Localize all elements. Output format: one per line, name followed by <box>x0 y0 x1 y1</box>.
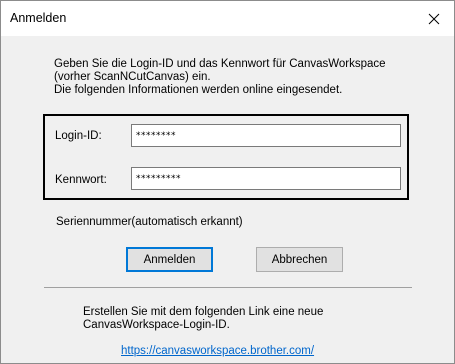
login-dialog: Anmelden Geben Sie die Login-ID und das … <box>0 0 455 364</box>
dialog-title: Anmelden <box>10 11 67 25</box>
password-field[interactable] <box>131 167 401 190</box>
password-label: Kennwort: <box>55 174 107 186</box>
login-id-field[interactable] <box>131 124 401 147</box>
serial-number-label: Seriennummer(automatisch erkannt) <box>56 216 243 228</box>
description-line-2: (vorher ScanNCutCanvas) ein. <box>54 71 211 83</box>
description-line-1: Geben Sie die Login-ID und das Kennwort … <box>54 58 386 70</box>
info-line-2: CanvasWorkspace-Login-ID. <box>83 319 230 331</box>
separator <box>44 287 412 288</box>
cancel-button[interactable]: Abbrechen <box>256 247 343 272</box>
login-id-label: Login-ID: <box>55 130 102 142</box>
close-icon <box>428 13 440 24</box>
credentials-frame: Login-ID: Kennwort: <box>43 114 409 200</box>
registration-link[interactable]: https://canvasworkspace.brother.com/ <box>121 345 314 357</box>
description-line-3: Die folgenden Informationen werden onlin… <box>54 84 343 96</box>
login-button[interactable]: Anmelden <box>126 247 213 272</box>
close-button[interactable] <box>414 1 454 36</box>
title-bar: Anmelden <box>1 1 454 36</box>
info-line-1: Erstellen Sie mit dem folgenden Link ein… <box>83 306 324 318</box>
